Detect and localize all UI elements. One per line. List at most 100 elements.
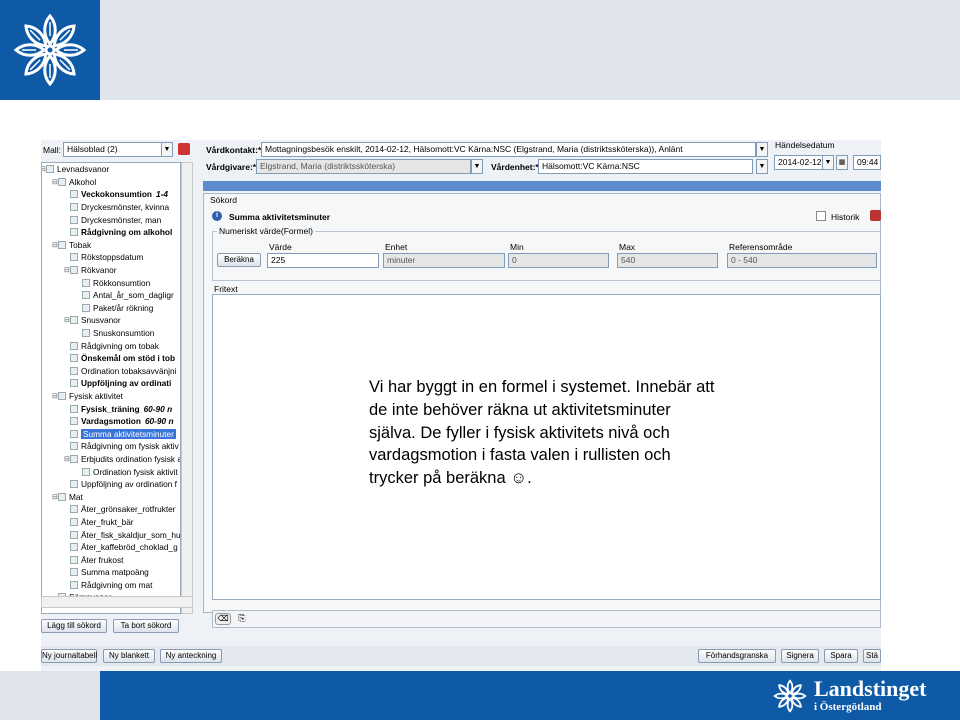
varde-value: 225 xyxy=(271,255,286,265)
tree-item[interactable]: ⊟ Rökvanor xyxy=(42,264,180,277)
close-button[interactable]: Stä xyxy=(863,649,881,663)
term-icon xyxy=(70,505,78,514)
remove-term-button[interactable]: Ta bort sökord xyxy=(113,619,179,633)
numeric-group: Numeriskt värde(Formel) Värde Enhet Min … xyxy=(212,226,881,281)
handelsedatum-date-field[interactable]: 2014-02-12 xyxy=(774,155,824,170)
annotation-text: Vi har byggt in en formel i systemet. In… xyxy=(369,378,715,488)
tree-item[interactable]: ⊟ Snusvanor xyxy=(42,314,180,327)
tree-item[interactable]: Summa aktivitetsminuter xyxy=(42,427,180,440)
new-form-button[interactable]: Ny blankett xyxy=(103,649,155,663)
person-icon[interactable] xyxy=(870,210,881,221)
term-icon xyxy=(70,517,78,526)
tree-vertical-scrollbar[interactable] xyxy=(181,162,193,614)
tree-item[interactable]: Rökstoppsdatum xyxy=(42,251,180,264)
tree-item[interactable]: Önskemål om stöd i tob xyxy=(42,352,180,365)
date-dropdown-icon[interactable]: ▼ xyxy=(822,155,834,170)
berakna-button[interactable]: Beräkna xyxy=(217,253,261,267)
tree-item[interactable]: Rådgivning om fysisk aktiv xyxy=(42,440,180,453)
term-tree[interactable]: ⊟Levnadsvanor⊟AlkoholVeckokonsumtion1-4D… xyxy=(41,162,181,614)
vardgivare-field[interactable]: Elgstrand, Maria (distriktssköterska) xyxy=(256,159,471,174)
tree-item[interactable]: Antal_år_som_dagligr xyxy=(42,289,180,302)
term-icon xyxy=(46,165,54,174)
mall-dropdown-arrow-icon[interactable]: ▼ xyxy=(161,142,173,157)
top-band xyxy=(0,0,960,100)
expand-toggle-icon[interactable]: ⊟ xyxy=(64,455,70,463)
tree-item[interactable]: Ordination tobaksavvänjni xyxy=(42,365,180,378)
eraser-icon[interactable]: ⌫ xyxy=(215,613,231,625)
tree-item[interactable]: ⊟ Tobak xyxy=(42,239,180,252)
tree-item[interactable]: Uppföljning av ordinati xyxy=(42,377,180,390)
varde-input[interactable]: 225 xyxy=(267,253,379,268)
tree-item[interactable]: Äter_grönsaker_rotfrukter xyxy=(42,503,180,516)
vardenhet-field[interactable]: Hälsomott:VC Kärna:NSC xyxy=(538,159,753,174)
tree-item[interactable]: Paket/år rökning xyxy=(42,302,180,315)
tree-item-label: Antal_år_som_dagligr xyxy=(93,290,174,301)
tree-item-label: Äter_fisk_skaldjur_som_hu xyxy=(81,529,181,540)
expand-toggle-icon[interactable]: ⊟ xyxy=(64,316,70,324)
calendar-icon[interactable]: ▦ xyxy=(836,155,848,170)
tree-item[interactable]: Dryckesmönster, kvinna xyxy=(42,201,180,214)
term-icon xyxy=(82,303,90,312)
brand-name: Landstinget xyxy=(814,676,927,701)
expand-toggle-icon[interactable]: ⊟ xyxy=(64,266,70,274)
historik-label: Historik xyxy=(831,212,860,222)
term-icon xyxy=(70,316,78,325)
expand-toggle-icon[interactable]: ⊟ xyxy=(52,493,58,501)
tree-horizontal-scrollbar[interactable] xyxy=(41,596,193,608)
tree-item[interactable]: Rökkonsumtion xyxy=(42,276,180,289)
expand-toggle-icon[interactable]: ⊟ xyxy=(52,241,58,249)
paperclip-icon[interactable]: ⎘ xyxy=(235,613,249,625)
tree-item-label: Rådgivning om tobak xyxy=(81,340,159,351)
handelsedatum-time-field[interactable]: 09:44 xyxy=(853,155,881,170)
expand-toggle-icon[interactable]: ⊟ xyxy=(52,178,58,186)
tree-item[interactable]: ⊟ Mat xyxy=(42,490,180,503)
tree-item[interactable]: ⊟ Erbjudits ordination fysisk a xyxy=(42,453,180,466)
expand-toggle-icon[interactable]: ⊟ xyxy=(42,165,46,173)
tree-item[interactable]: Äter frukost xyxy=(42,553,180,566)
enhet-field: minuter xyxy=(383,253,505,268)
vardkontakt-dropdown-icon[interactable]: ▼ xyxy=(756,142,768,157)
tree-item[interactable]: Äter_fisk_skaldjur_som_hu xyxy=(42,528,180,541)
term-icon xyxy=(70,530,78,539)
person-icon[interactable] xyxy=(178,143,190,155)
vardenhet-dropdown-icon[interactable]: ▼ xyxy=(756,159,768,174)
expand-toggle-icon[interactable]: ⊟ xyxy=(52,392,58,400)
tree-item[interactable]: Vardagsmotion 60-90 n xyxy=(42,415,180,428)
tree-item[interactable]: Äter_frukt_bär xyxy=(42,516,180,529)
tree-item[interactable]: Äter_kaffebröd_choklad_g xyxy=(42,541,180,554)
tree-item[interactable]: Snuskonsumtion xyxy=(42,327,180,340)
historik-checkbox[interactable] xyxy=(816,211,826,221)
tree-item[interactable]: Rådgivning om tobak xyxy=(42,339,180,352)
max-value: 540 xyxy=(621,255,636,265)
save-button[interactable]: Spara xyxy=(824,649,858,663)
term-icon xyxy=(70,203,78,212)
tree-item[interactable]: ⊟ Alkohol xyxy=(42,176,180,189)
tree-item-label: Tobak xyxy=(69,239,92,250)
vardgivare-dropdown-icon[interactable]: ▼ xyxy=(471,159,483,174)
tree-item[interactable]: Summa matpoäng xyxy=(42,566,180,579)
sign-button[interactable]: Signera xyxy=(781,649,819,663)
term-icon xyxy=(70,417,78,426)
term-icon xyxy=(70,354,78,363)
new-journal-table-button[interactable]: Ny journaltabell xyxy=(41,649,97,663)
term-icon xyxy=(70,454,78,463)
tree-item[interactable]: ⊟ Fysisk aktivitet xyxy=(42,390,180,403)
tree-item-label: Äter frukost xyxy=(81,554,124,565)
tree-item[interactable]: Uppföljning av ordination f xyxy=(42,478,180,491)
tree-item[interactable]: ⊟ Levnadsvanor xyxy=(42,163,180,176)
tree-item[interactable]: Rådgivning om mat xyxy=(42,579,180,592)
tree-item-value: 60-90 n xyxy=(144,416,174,427)
new-note-button[interactable]: Ny anteckning xyxy=(160,649,222,663)
tree-item[interactable]: Dryckesmönster, man xyxy=(42,213,180,226)
add-term-button[interactable]: Lägg till sökord xyxy=(41,619,107,633)
tree-item-label: Ordination tobaksavvänjni xyxy=(81,365,177,376)
tree-item[interactable]: Fysisk_träning 60-90 n xyxy=(42,402,180,415)
tree-item[interactable]: Ordination fysisk aktivit xyxy=(42,465,180,478)
vardkontakt-field[interactable]: Mottagningsbesök enskilt, 2014-02-12, Hä… xyxy=(261,142,756,157)
tree-item[interactable]: Veckokonsumtion 1-4 xyxy=(42,188,180,201)
ref-field: 0 - 540 xyxy=(727,253,877,268)
preview-button[interactable]: Förhandsgranska xyxy=(698,649,776,663)
vardenhet-value: Hälsomott:VC Kärna:NSC xyxy=(542,161,640,171)
mall-select[interactable]: Hälsoblad (2) xyxy=(63,142,173,157)
tree-item[interactable]: Rådgivning om alkohol xyxy=(42,226,180,239)
